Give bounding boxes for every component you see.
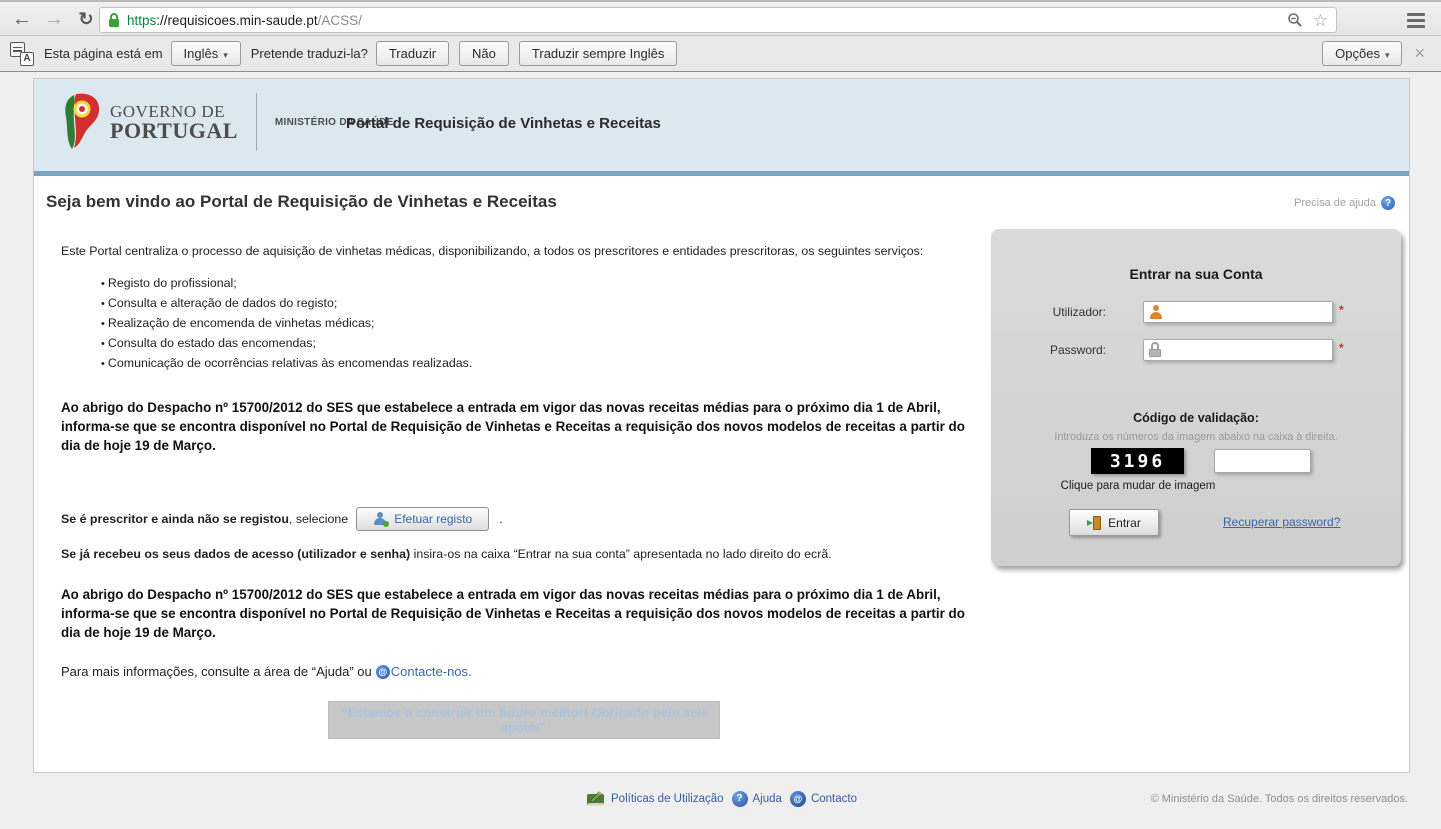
header-divider xyxy=(256,93,257,151)
always-translate-button[interactable]: Traduzir sempre Inglês xyxy=(519,41,677,66)
translate-icon: A xyxy=(10,42,34,66)
help-icon: ? xyxy=(1381,196,1395,210)
login-title: Entrar na sua Conta xyxy=(991,266,1401,282)
lock-icon xyxy=(1149,342,1161,357)
translate-message: Esta página está em xyxy=(44,46,163,61)
browser-toolbar: ← → ↻ https://requisicoes.min-saude.pt/A… xyxy=(0,0,1441,36)
need-help-label: Precisa de ajuda xyxy=(1294,197,1376,209)
main-content: Seja bem vindo ao Portal de Requisição d… xyxy=(34,176,1409,774)
motto-banner: "Estamos a construir um futuro melhor! O… xyxy=(328,701,720,739)
enter-door-icon xyxy=(1087,516,1101,530)
book-icon xyxy=(586,790,606,807)
services-list: Registo do profissional; Consulta e alte… xyxy=(101,274,986,374)
intro-paragraph: Este Portal centraliza o processo de aqu… xyxy=(61,244,986,258)
required-marker: * xyxy=(1339,341,1344,355)
address-bar[interactable]: https://requisicoes.min-saude.pt/ACSS/ ☆ xyxy=(99,7,1337,33)
list-item: Comunicação de ocorrências relativas às … xyxy=(101,354,986,374)
policies-label: Políticas de Utilização xyxy=(611,793,724,805)
login-panel: Entrar na sua Conta Utilizador: * Passwo… xyxy=(991,229,1401,566)
list-item: Consulta do estado das encomendas; xyxy=(101,334,986,354)
list-item: Realização de encomenda de vinhetas médi… xyxy=(101,314,986,334)
contact-label: Contacto xyxy=(811,793,857,805)
need-help-link[interactable]: Precisa de ajuda ? xyxy=(1294,196,1395,210)
language-dropdown[interactable]: Inglês ▾ xyxy=(171,41,241,66)
login-button-label: Entrar xyxy=(1108,516,1141,530)
required-marker: * xyxy=(1339,303,1344,317)
copyright-text: © Ministério da Saúde. Todos os direitos… xyxy=(1151,793,1408,805)
recover-password-link[interactable]: Recuperar password? xyxy=(1223,515,1340,529)
forward-icon[interactable]: → xyxy=(40,5,68,33)
page-title: Seja bem vindo ao Portal de Requisição d… xyxy=(46,192,557,212)
at-icon: @ xyxy=(376,665,390,679)
access-line: Se já recebeu os seus dados de acesso (u… xyxy=(61,547,986,561)
lock-icon xyxy=(108,13,120,28)
options-label: Opções xyxy=(1335,46,1380,61)
register-line: Se é prescritor e ainda não se registou,… xyxy=(61,507,986,531)
reload-icon[interactable]: ↻ xyxy=(72,5,100,33)
captcha-title: Código de validação: xyxy=(991,411,1401,425)
login-button[interactable]: Entrar xyxy=(1069,509,1159,536)
zoom-out-icon[interactable] xyxy=(1287,12,1303,28)
site-container: GOVERNO DE PORTUGAL MINISTÉRIO DA SAÚDE … xyxy=(33,78,1410,773)
contact-us-link[interactable]: Contacte-nos. xyxy=(391,664,472,679)
captcha-image[interactable]: 3196 xyxy=(1091,448,1184,474)
username-label: Utilizador: xyxy=(1001,305,1106,319)
password-input[interactable] xyxy=(1143,339,1333,361)
register-button[interactable]: Efetuar registo xyxy=(356,507,489,531)
browser-menu-icon[interactable] xyxy=(1401,8,1431,32)
gov-logo-line1: GOVERNO DE xyxy=(110,103,238,120)
language-dropdown-label: Inglês xyxy=(184,46,219,61)
close-icon[interactable]: × xyxy=(1414,43,1425,64)
url-text: https://requisicoes.min-saude.pt/ACSS/ xyxy=(127,13,362,28)
translate-question: Pretende traduzi-la? xyxy=(251,46,368,61)
portugal-flag-icon xyxy=(60,93,102,151)
translate-infobar: A Esta página está em Inglês ▾ Pretende t… xyxy=(0,36,1441,72)
list-item: Registo do profissional; xyxy=(101,274,986,294)
user-icon xyxy=(1149,305,1163,319)
chevron-down-icon: ▾ xyxy=(1385,50,1390,60)
help-label: Ajuda xyxy=(753,793,782,805)
captcha-hint: Introduza os números da imagem abaixo na… xyxy=(991,431,1401,443)
register-rest-text: , selecione xyxy=(289,512,348,526)
info-prefix: Para mais informações, consulte a área d… xyxy=(61,664,372,679)
access-rest-text: insira-os na caixa “Entrar na sua conta”… xyxy=(410,547,832,561)
government-logo: GOVERNO DE PORTUGAL MINISTÉRIO DA SAÚDE xyxy=(60,93,394,151)
site-header: GOVERNO DE PORTUGAL MINISTÉRIO DA SAÚDE … xyxy=(34,79,1409,171)
register-button-label: Efetuar registo xyxy=(394,512,472,526)
options-dropdown[interactable]: Opções ▾ xyxy=(1322,41,1402,66)
page-background: GOVERNO DE PORTUGAL MINISTÉRIO DA SAÚDE … xyxy=(0,72,1441,829)
policies-link[interactable]: Políticas de Utilização xyxy=(586,790,724,807)
access-bold-text: Se já recebeu os seus dados de acesso (u… xyxy=(61,547,410,561)
url-host: ://requisicoes.min-saude.pt xyxy=(156,13,317,28)
notice-paragraph-repeat: Ao abrigo do Despacho nº 15700/2012 do S… xyxy=(61,585,986,642)
help-icon: ? xyxy=(732,791,748,807)
list-item: Consulta e alteração de dados do registo… xyxy=(101,294,986,314)
help-link[interactable]: ? Ajuda xyxy=(732,791,782,807)
portal-title: Portal de Requisição de Vinhetas e Recei… xyxy=(346,115,661,132)
add-user-icon xyxy=(373,512,387,526)
translate-button[interactable]: Traduzir xyxy=(376,41,449,66)
password-label: Password: xyxy=(1001,343,1106,357)
intro-column: Este Portal centraliza o processo de aqu… xyxy=(61,244,986,739)
page-footer: Políticas de Utilização ? Ajuda @ Contac… xyxy=(33,784,1410,824)
url-path: /ACSS/ xyxy=(318,13,362,28)
back-icon[interactable]: ← xyxy=(8,5,36,33)
gov-logo-line2: PORTUGAL xyxy=(110,120,238,142)
chevron-down-icon: ▾ xyxy=(223,50,228,60)
bookmark-star-icon[interactable]: ☆ xyxy=(1313,12,1328,29)
no-translate-button[interactable]: Não xyxy=(459,41,509,66)
register-suffix: . xyxy=(499,512,502,526)
url-scheme: https xyxy=(127,13,156,28)
contact-link[interactable]: @ Contacto xyxy=(790,791,857,807)
info-line: Para mais informações, consulte a área d… xyxy=(61,664,986,679)
at-icon: @ xyxy=(790,791,806,807)
notice-paragraph: Ao abrigo do Despacho nº 15700/2012 do S… xyxy=(61,398,986,455)
captcha-input[interactable] xyxy=(1214,449,1311,473)
register-bold-text: Se é prescritor e ainda não se registou xyxy=(61,512,289,526)
username-input[interactable] xyxy=(1143,301,1333,323)
captcha-refresh-link[interactable]: Clique para mudar de imagem xyxy=(1053,479,1223,493)
